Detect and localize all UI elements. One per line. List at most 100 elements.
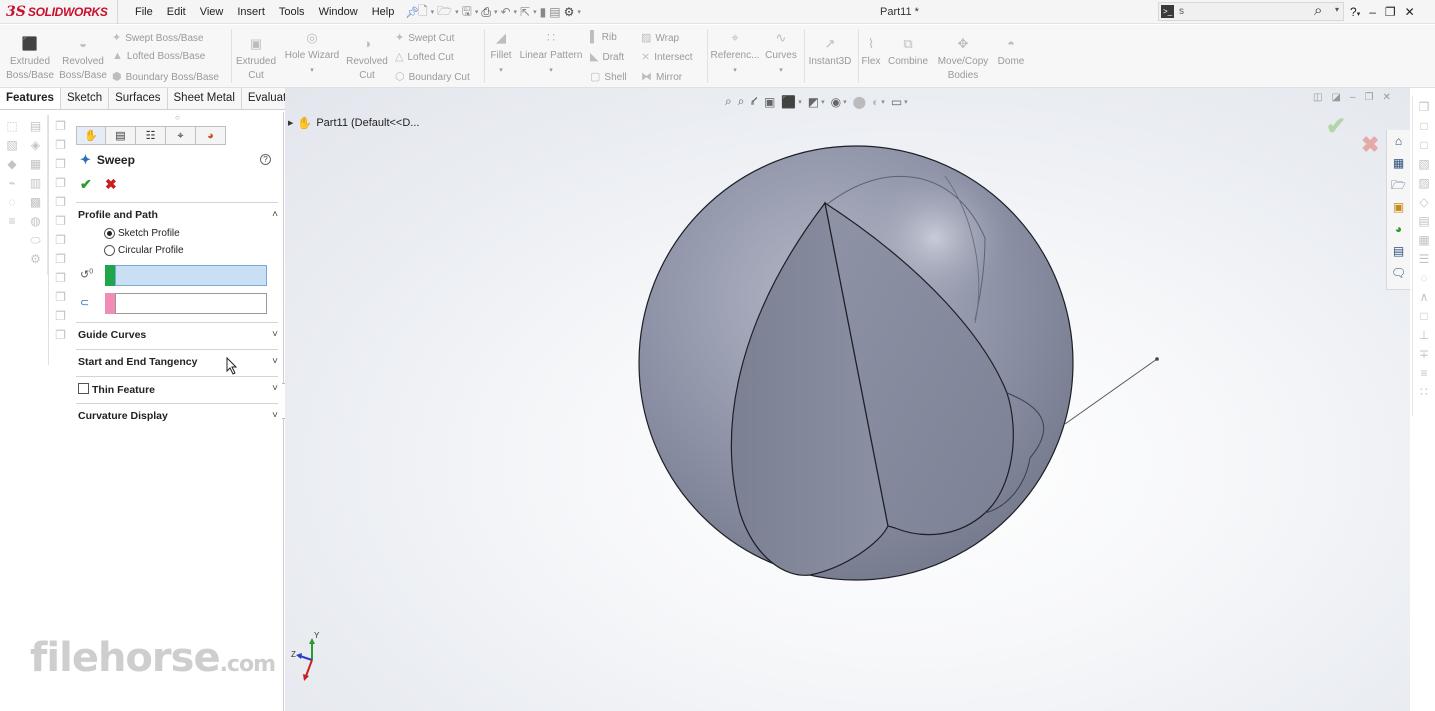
feature-icon[interactable]: ❐ [53, 232, 69, 248]
revolved-boss-button[interactable]: ◒ Revolved Boss/Base [58, 37, 108, 83]
minimize-icon[interactable]: – [1350, 92, 1356, 103]
search-input[interactable] [1179, 4, 1307, 19]
tool-icon[interactable]: ⊥ [1416, 327, 1432, 343]
lofted-boss-button[interactable]: ▲ Lofted Boss/Base [112, 50, 205, 62]
close-icon[interactable]: ✕ [1382, 92, 1390, 103]
options-gear-icon[interactable]: ⚙ [564, 5, 575, 19]
dome-button[interactable]: ◓ Dome [995, 37, 1027, 69]
zoom-to-fit-icon[interactable]: ⌕ [725, 94, 732, 109]
tool-icon[interactable]: ▦ [1416, 232, 1432, 248]
tool-icon[interactable]: ∷ [1416, 384, 1432, 400]
display-style-icon[interactable]: ◩ [808, 95, 819, 109]
draft-button[interactable]: ◣ Draft [590, 50, 624, 63]
new-document-icon[interactable]: 🗋 [418, 2, 428, 23]
feature-icon[interactable]: ❐ [53, 308, 69, 324]
tool-icon[interactable]: ≡ [1416, 365, 1432, 381]
combine-button[interactable]: ⧉ Combine [885, 37, 931, 69]
chevron-down-icon[interactable]: ▾ [1335, 5, 1339, 14]
swept-cut-button[interactable]: ✦ Swept Cut [395, 31, 454, 44]
feature-icon[interactable]: ❐ [53, 118, 69, 134]
tool-icon[interactable]: ◌ [1416, 270, 1432, 286]
tab-display-manager[interactable]: ◕ [196, 126, 226, 145]
help-icon[interactable]: ? [260, 154, 271, 165]
confirmation-cancel-icon[interactable]: ✖ [1361, 132, 1379, 158]
search-icon[interactable]: ⌕ [1314, 2, 1322, 19]
tab-sketch[interactable]: Sketch [60, 88, 110, 109]
tool-icon[interactable]: ❐ [1416, 99, 1432, 115]
confirmation-ok-icon[interactable]: ✔ [1326, 112, 1346, 141]
tool-icon[interactable]: ▧ [1416, 156, 1432, 172]
chevron-down-icon[interactable]: ˅ [272, 329, 278, 340]
feature-icon[interactable]: ▧ [4, 137, 20, 153]
menu-insert[interactable]: Insert [230, 6, 272, 18]
sketch-profile-radio[interactable] [104, 228, 115, 239]
tool-icon[interactable]: □ [1416, 118, 1432, 134]
chevron-down-icon[interactable]: ˅ [272, 356, 278, 367]
feature-icon[interactable]: ⬭ [28, 232, 44, 248]
feature-icon[interactable]: ◌ [4, 194, 20, 210]
cancel-button[interactable]: ✖ [105, 176, 117, 193]
sweep-path-sketch[interactable] [1064, 358, 1158, 425]
command-search-icon[interactable]: >_ [1161, 5, 1174, 18]
solidworks-logo[interactable]: 3S SOLIDWORKS [6, 3, 112, 21]
home-icon[interactable]: ⌂ [1391, 133, 1407, 149]
feature-icon[interactable]: ❐ [53, 289, 69, 305]
wrap-button[interactable]: ▨ Wrap [641, 31, 679, 44]
swept-boss-button[interactable]: ✦ Swept Boss/Base [112, 31, 204, 44]
section-view-icon[interactable]: ▣ [764, 95, 775, 109]
view-palette-icon[interactable]: ▣ [1391, 199, 1407, 215]
resources-icon[interactable]: ▦ [1391, 155, 1407, 171]
menu-edit[interactable]: Edit [160, 6, 193, 18]
zoom-to-area-icon[interactable]: ⌕ [738, 94, 745, 109]
feature-icon[interactable]: ◈ [28, 137, 44, 153]
feature-icon[interactable]: ⬚ [4, 118, 20, 134]
circular-profile-radio[interactable] [104, 245, 115, 256]
chevron-down-icon[interactable]: ˅ [272, 410, 278, 421]
feature-icon[interactable]: ❐ [53, 194, 69, 210]
view-orientation-icon[interactable]: ⬛ [781, 95, 796, 109]
chevron-down-icon[interactable]: ˅ [272, 383, 278, 394]
forum-icon[interactable]: 🗨︎ [1391, 265, 1407, 281]
move-copy-bodies-button[interactable]: ✥ Move/Copy Bodies [934, 37, 992, 83]
intersect-button[interactable]: ⨯ Intersect [641, 50, 693, 63]
feature-icon[interactable]: ❐ [53, 156, 69, 172]
tab-dimxpert-manager[interactable]: ⌖ [166, 126, 196, 145]
restore-icon[interactable]: ❐ [1364, 92, 1373, 103]
menu-tools[interactable]: Tools [272, 6, 312, 18]
circular-profile-option[interactable]: Circular Profile [104, 245, 184, 256]
instant3d-button[interactable]: ↗ Instant3D [806, 37, 854, 69]
tab-features[interactable]: Features [0, 88, 61, 109]
menu-view[interactable]: View [193, 6, 231, 18]
menu-help[interactable]: Help [365, 6, 402, 18]
feature-icon[interactable]: ▦ [28, 156, 44, 172]
tab-surfaces[interactable]: Surfaces [109, 88, 168, 109]
appearances-icon[interactable]: ◕ [1391, 221, 1407, 237]
flex-button[interactable]: ⌇ Flex [860, 37, 882, 69]
menu-file[interactable]: File [128, 6, 160, 18]
search-box[interactable]: >_ ⌕ ▾ [1158, 2, 1344, 21]
file-properties-icon[interactable]: ▤ [549, 5, 560, 19]
guide-curves-group-header[interactable]: Guide Curves ˅ [78, 329, 278, 347]
feature-icon[interactable]: ❐ [53, 175, 69, 191]
tool-icon[interactable]: ▨ [1416, 175, 1432, 191]
boundary-boss-button[interactable]: ⬢ Boundary Boss/Base [112, 70, 219, 83]
feature-icon[interactable]: ▩ [28, 194, 44, 210]
curves-button[interactable]: ∿ Curves ▾ [763, 31, 799, 78]
feature-icon[interactable]: ❐ [53, 213, 69, 229]
tab-configuration-manager[interactable]: ☷ [136, 126, 166, 145]
thin-feature-group-header[interactable]: Thin Feature ˅ [78, 383, 278, 401]
feature-icon[interactable]: ≡ [4, 213, 20, 229]
feature-icon[interactable]: ⌁ [4, 175, 20, 191]
tool-icon[interactable]: ∓ [1416, 346, 1432, 362]
lofted-cut-button[interactable]: △ Lofted Cut [395, 50, 454, 63]
tool-icon[interactable]: ∧ [1416, 289, 1432, 305]
print-icon[interactable]: ⎙ [481, 5, 491, 20]
edit-appearance-icon[interactable]: ⬤ [853, 95, 866, 109]
shell-button[interactable]: ▢ Shell [590, 70, 627, 83]
fillet-button[interactable]: ◢ Fillet ▾ [487, 31, 515, 78]
rebuild-icon[interactable]: ▮ [540, 5, 547, 19]
feature-icon[interactable]: ❐ [53, 137, 69, 153]
feature-icon[interactable]: ◆ [4, 156, 20, 172]
select-icon[interactable]: ⇱ [520, 5, 530, 19]
sketch-endpoint[interactable] [1155, 357, 1159, 361]
